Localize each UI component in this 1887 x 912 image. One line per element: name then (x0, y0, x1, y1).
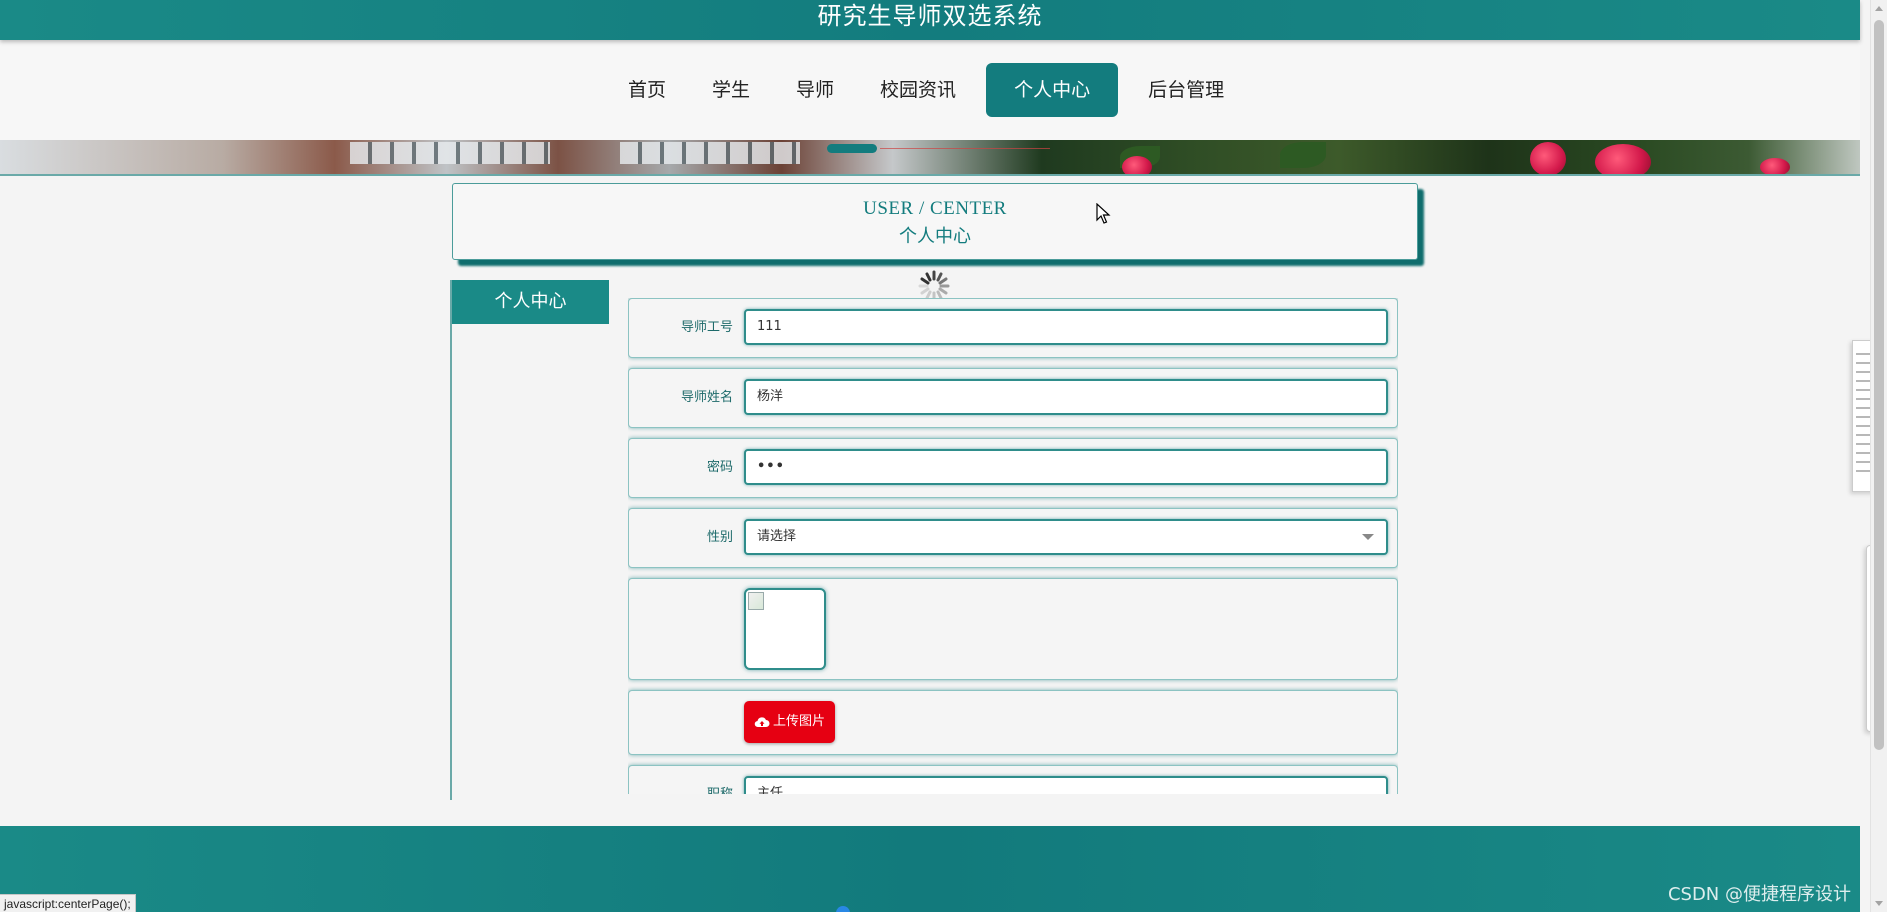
mouse-cursor-icon (1096, 203, 1111, 224)
form-row-tutor-name: 导师姓名 杨洋 (628, 368, 1398, 428)
site-footer (0, 826, 1860, 912)
page-scrollbar[interactable] (1870, 0, 1887, 912)
scrollbar-thumb[interactable] (1874, 20, 1884, 750)
form-row-photo (628, 578, 1398, 680)
nav-item-admin[interactable]: 后台管理 (1132, 63, 1240, 117)
tutor-name-label: 导师姓名 (680, 390, 733, 405)
nav-item-campus-news[interactable]: 校园资讯 (864, 63, 972, 117)
scroll-up-icon[interactable] (1875, 6, 1883, 11)
password-input[interactable]: ••• (744, 449, 1388, 485)
gender-label: 性别 (706, 530, 733, 545)
form-row-password: 密码 ••• (628, 438, 1398, 498)
banner-flower (1595, 144, 1651, 174)
banner-flower (1760, 158, 1790, 174)
csdn-watermark: CSDN @便捷程序设计 (1667, 884, 1851, 905)
gender-select-value: 请选择 (757, 529, 797, 544)
form-row-upload: 上传图片 (628, 690, 1398, 755)
banner-flower (1122, 156, 1152, 174)
photo-preview (744, 588, 826, 670)
banner-carousel[interactable] (0, 140, 1860, 176)
main-nav: 首页 学生 导师 校园资讯 个人中心 后台管理 (0, 40, 1860, 140)
carousel-indicator[interactable] (827, 144, 877, 153)
password-label: 密码 (706, 460, 733, 475)
nav-item-home[interactable]: 首页 (612, 63, 682, 117)
nav-item-user-center[interactable]: 个人中心 (986, 63, 1119, 117)
nav-list: 首页 学生 导师 校园资讯 个人中心 后台管理 (612, 63, 1254, 117)
nav-item-students[interactable]: 学生 (696, 63, 766, 117)
banner-leaf (1280, 142, 1326, 168)
page: 研究生导师双选系统 首页 学生 导师 校园资讯 个人中心 后台管理 USER /… (0, 0, 1887, 912)
footer-indicator (836, 906, 850, 912)
profile-form: 导师工号 111 导师姓名 杨洋 密码 ••• 性别 请选择 上传图片 主任 (628, 298, 1398, 794)
tutor-name-input[interactable]: 杨洋 (744, 379, 1388, 415)
side-menu-user-center[interactable]: 个人中心 (452, 280, 609, 324)
tutor-id-label: 导师工号 (680, 320, 733, 335)
gender-select[interactable]: 请选择 (744, 519, 1388, 555)
broken-image-icon (748, 592, 764, 610)
banner-flower (1530, 142, 1566, 174)
user-center-title-cn: 个人中心 (899, 226, 971, 247)
upload-image-button[interactable]: 上传图片 (744, 701, 836, 743)
upload-image-label: 上传图片 (773, 714, 826, 729)
form-row-gender: 性别 请选择 (628, 508, 1398, 568)
user-center-header: USER / CENTER 个人中心 (452, 183, 1418, 260)
status-bar-link: javascript:centerPage(); (0, 894, 136, 912)
side-menu-panel (450, 280, 612, 800)
form-row-title: 职称 主任 (628, 765, 1398, 794)
scroll-down-icon[interactable] (1875, 901, 1883, 906)
form-row-tutor-id: 导师工号 111 (628, 298, 1398, 358)
title-input[interactable]: 主任 (744, 776, 1388, 794)
banner-building-windows (350, 142, 550, 164)
carousel-line (880, 148, 1050, 149)
nav-item-tutors[interactable]: 导师 (780, 63, 850, 117)
banner-building-windows (620, 142, 800, 164)
tutor-id-input[interactable]: 111 (744, 309, 1388, 345)
site-title: 研究生导师双选系统 (817, 2, 1043, 30)
site-header: 研究生导师双选系统 (0, 0, 1860, 40)
chevron-down-icon (1362, 534, 1374, 540)
title-label: 职称 (629, 766, 733, 794)
user-center-title-en: USER / CENTER (863, 198, 1007, 219)
cloud-upload-icon (754, 717, 770, 728)
